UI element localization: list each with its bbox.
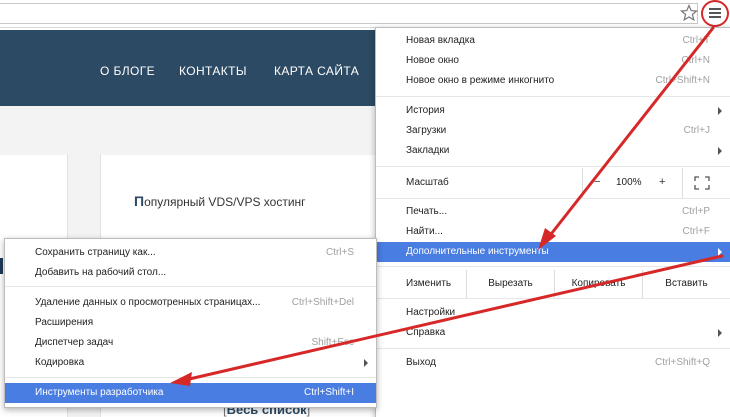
zoom-in-button[interactable]: +	[659, 176, 665, 188]
cut-button[interactable]: Вырезать	[466, 270, 554, 298]
paste-button[interactable]: Вставить	[642, 270, 730, 298]
annotation-circle	[701, 0, 729, 27]
menu-item-bookmarks[interactable]: Закладки	[376, 141, 730, 161]
copy-button[interactable]: Копировать	[554, 270, 642, 298]
browser-main-menu: Новая вкладка Ctrl+T Новое окно Ctrl+N Нов…	[375, 27, 730, 417]
submenu-item-clear-browsing-data[interactable]: Удаление данных о просмотренных страница…	[5, 293, 376, 313]
edit-row: Изменить Вырезать Копировать Вставить	[376, 270, 730, 298]
menu-item-settings[interactable]: Настройки	[376, 303, 730, 323]
menu-item-new-tab[interactable]: Новая вкладка Ctrl+T	[376, 31, 730, 51]
menu-item-help[interactable]: Справка	[376, 323, 730, 343]
widget-title: Популярный VDS/VPS хостинг	[134, 193, 306, 209]
more-tools-submenu: Сохранить страницу как... Ctrl+S Добавить…	[4, 238, 377, 408]
star-icon[interactable]	[680, 4, 698, 22]
chevron-right-icon	[718, 147, 722, 155]
edit-label: Изменить	[406, 278, 452, 289]
zoom-out-button[interactable]: −	[594, 176, 600, 188]
content-fragment	[0, 258, 3, 274]
menu-item-more-tools[interactable]: Дополнительные инструменты	[376, 242, 730, 262]
zoom-row: Масштаб − 100% +	[376, 168, 730, 198]
menu-item-downloads[interactable]: Загрузки Ctrl+J	[376, 121, 730, 141]
submenu-item-task-manager[interactable]: Диспетчер задач Shift+Esc	[5, 333, 376, 353]
submenu-item-developer-tools[interactable]: Инструменты разработчика Ctrl+Shift+I	[5, 383, 376, 403]
menu-separator	[376, 266, 730, 267]
menu-item-history[interactable]: История	[376, 101, 730, 121]
address-bar[interactable]	[0, 3, 698, 24]
chevron-right-icon	[718, 107, 722, 115]
menu-item-print[interactable]: Печать... Ctrl+P	[376, 202, 730, 222]
menu-item-find[interactable]: Найти... Ctrl+F	[376, 222, 730, 242]
submenu-item-save-page[interactable]: Сохранить страницу как... Ctrl+S	[5, 243, 376, 263]
browser-toolbar	[0, 0, 730, 28]
chevron-right-icon	[718, 248, 722, 256]
submenu-item-add-to-desktop[interactable]: Добавить на рабочий стол...	[5, 263, 376, 283]
nav-link-about[interactable]: О БЛОГЕ	[100, 64, 155, 78]
menu-item-incognito[interactable]: Новое окно в режиме инкогнито Ctrl+Shift+…	[376, 71, 730, 91]
menu-separator	[376, 166, 730, 167]
menu-separator	[376, 298, 730, 299]
menu-separator	[376, 96, 730, 97]
menu-separator	[376, 198, 730, 199]
menu-separator	[5, 377, 376, 378]
menu-item-new-window[interactable]: Новое окно Ctrl+N	[376, 51, 730, 71]
nav-link-sitemap[interactable]: КАРТА САЙТА	[274, 64, 359, 78]
site-header: О БЛОГЕ КОНТАКТЫ КАРТА САЙТА	[0, 30, 376, 106]
chevron-right-icon	[364, 359, 368, 367]
zoom-level: 100%	[616, 177, 642, 188]
menu-separator	[5, 286, 376, 287]
submenu-item-extensions[interactable]: Расширения	[5, 313, 376, 333]
chevron-right-icon	[718, 329, 722, 337]
menu-item-exit[interactable]: Выход Ctrl+Shift+Q	[376, 353, 730, 373]
submenu-item-encoding[interactable]: Кодировка	[5, 353, 376, 373]
nav-link-contacts[interactable]: КОНТАКТЫ	[179, 64, 247, 78]
zoom-label: Масштаб	[406, 177, 449, 188]
fullscreen-icon[interactable]	[694, 176, 710, 190]
menu-separator	[376, 348, 730, 349]
